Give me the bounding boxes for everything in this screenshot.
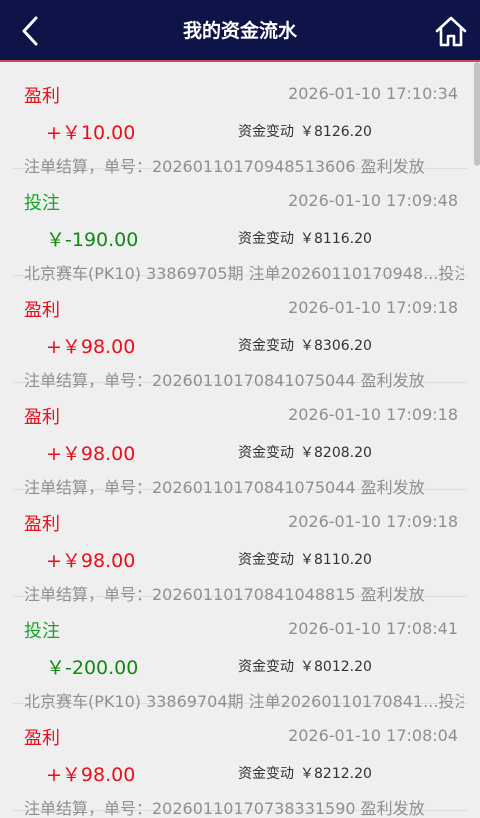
balance-change-label: 资金变动 [238,766,294,782]
record-time: 2026-01-10 17:09:48 [288,191,458,210]
balance-change: 资金变动 ￥8012.20 [238,656,372,676]
balance-change-label: 资金变动 [238,231,294,247]
list-item[interactable]: 投注 2026-01-10 17:09:48 ￥-190.00 资金变动 ￥8116.2… [12,169,468,283]
balance-change-label: 资金变动 [238,124,294,140]
record-time: 2026-01-10 17:08:04 [288,726,458,745]
list-item[interactable]: 投注 2026-01-10 17:08:41 ￥-200.00 资金变动 ￥8012.2… [12,597,468,711]
record-type: 投注 [24,621,60,642]
record-type: 盈利 [24,728,60,749]
balance-change: 资金变动 ￥8126.20 [238,121,372,141]
balance-change-value: ￥8126.20 [300,124,372,140]
balance-change-label: 资金变动 [238,338,294,354]
record-time: 2026-01-10 17:09:18 [288,298,458,317]
balance-change: 资金变动 ￥8212.20 [238,763,372,783]
record-time: 2026-01-10 17:09:18 [288,405,458,424]
list-item[interactable]: 盈利 2026-01-10 17:09:18 +￥98.00 资金变动 ￥8306.20… [12,276,468,390]
balance-change-label: 资金变动 [238,552,294,568]
top-bar: 我的资金流水 [0,0,480,62]
page-title: 我的资金流水 [182,20,297,42]
record-time: 2026-01-10 17:08:41 [288,619,458,638]
balance-change-value: ￥8212.20 [300,766,372,782]
balance-change-value: ￥8116.20 [300,231,372,247]
balance-change: 资金变动 ￥8306.20 [238,335,372,355]
balance-change-label: 资金变动 [238,445,294,461]
record-type: 盈利 [24,514,60,535]
balance-change-value: ￥8012.20 [300,659,372,675]
balance-change: 资金变动 ￥8116.20 [238,228,372,248]
record-note: 注单结算，单号：20260110170738331590 盈利发放 [24,799,425,818]
scrollbar-thumb[interactable] [474,62,480,166]
balance-change-value: ￥8306.20 [300,338,372,354]
scrollbar[interactable] [474,62,480,818]
record-time: 2026-01-10 17:09:18 [288,512,458,531]
record-type: 投注 [24,193,60,214]
record-time: 2026-01-10 17:10:34 [288,84,458,103]
record-type: 盈利 [24,300,60,321]
home-icon[interactable] [434,14,468,48]
list-item[interactable]: 盈利 2026-01-10 17:08:04 +￥98.00 资金变动 ￥8212.20… [12,704,468,818]
record-amount: +￥98.00 [46,443,136,465]
list-item[interactable]: 盈利 2026-01-10 17:09:18 +￥98.00 资金变动 ￥8208.20… [12,383,468,497]
record-amount: +￥98.00 [46,550,136,572]
fund-flow-list: 盈利 2026-01-10 17:10:34 +￥10.00 资金变动 ￥8126.20… [12,62,468,818]
record-amount: +￥98.00 [46,336,136,358]
record-type: 盈利 [24,86,60,107]
record-amount: ￥-190.00 [46,229,139,251]
fund-flow-list-area[interactable]: 盈利 2026-01-10 17:10:34 +￥10.00 资金变动 ￥8126.20… [0,62,480,818]
record-amount: +￥10.00 [46,122,136,144]
record-type: 盈利 [24,407,60,428]
balance-change: 资金变动 ￥8208.20 [238,442,372,462]
balance-change-value: ￥8110.20 [300,552,372,568]
balance-change: 资金变动 ￥8110.20 [238,549,372,569]
balance-change-label: 资金变动 [238,659,294,675]
record-amount: +￥98.00 [46,764,136,786]
balance-change-value: ￥8208.20 [300,445,372,461]
list-item[interactable]: 盈利 2026-01-10 17:09:18 +￥98.00 资金变动 ￥8110.20… [12,490,468,604]
list-item[interactable]: 盈利 2026-01-10 17:10:34 +￥10.00 资金变动 ￥8126.20… [12,62,468,176]
record-amount: ￥-200.00 [46,657,139,679]
back-arrow-icon[interactable] [14,14,48,48]
